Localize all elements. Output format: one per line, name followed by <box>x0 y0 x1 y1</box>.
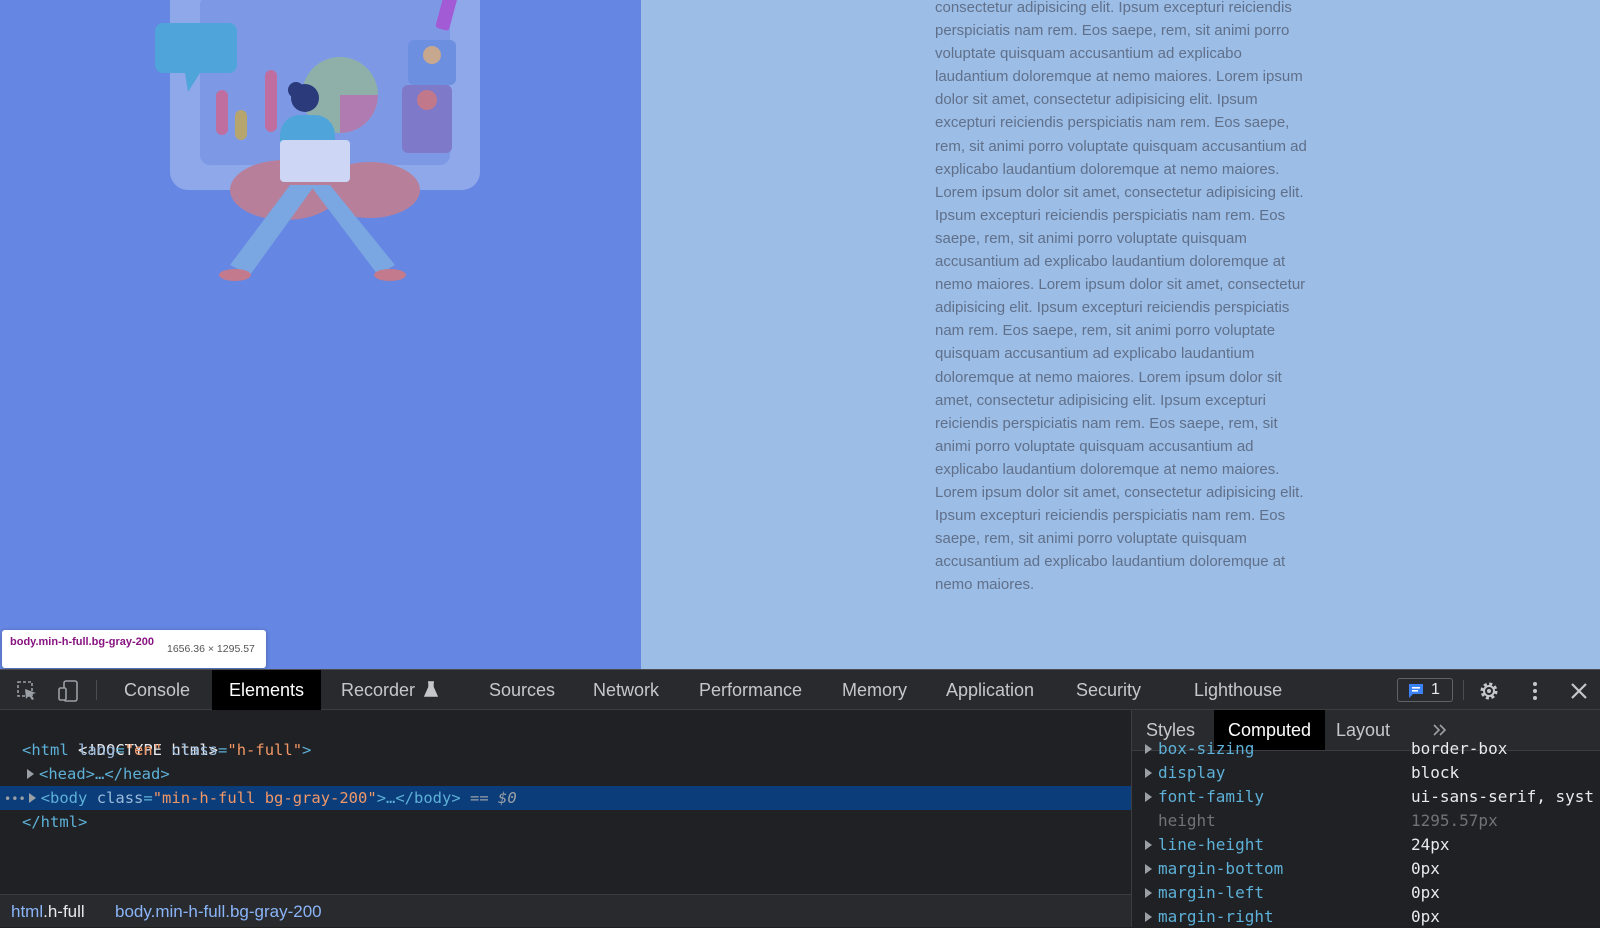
computed-prop-row[interactable]: display block <box>1132 761 1600 785</box>
more-options-icon[interactable] <box>1524 680 1546 702</box>
computed-prop-row[interactable]: height 1295.57px <box>1132 809 1600 833</box>
hero-illustration <box>155 0 480 281</box>
prop-name: height <box>1158 811 1216 830</box>
breadcrumb-html-tag: html <box>11 902 44 921</box>
tab-console[interactable]: Console <box>107 670 207 710</box>
html-tag-bracket: > <box>302 741 312 759</box>
tab-memory[interactable]: Memory <box>825 670 924 710</box>
breadcrumb: html.h-full body.min-h-full.bg-gray-200 <box>0 894 1131 927</box>
computed-prop-row[interactable]: line-height 24px <box>1132 833 1600 857</box>
tab-performance[interactable]: Performance <box>682 670 819 710</box>
computed-prop-row[interactable]: box-sizing border-box <box>1132 737 1600 761</box>
prop-name: margin-bottom <box>1158 859 1284 878</box>
hero-image-pane: body.min-h-full.bg-gray-200 1656.36 × 12… <box>0 0 641 669</box>
devtools-panel: Console Elements Recorder Sources Networ… <box>0 669 1600 927</box>
html-tag-open: <html <box>22 741 69 759</box>
dom-node-body[interactable]: ••• <body class="min-h-full bg-gray-200">… <box>0 786 1131 810</box>
tab-recorder-label: Recorder <box>341 680 416 700</box>
expand-arrow-icon[interactable] <box>28 792 36 803</box>
prop-value: 0px <box>1411 883 1440 902</box>
prop-value: 24px <box>1411 835 1450 854</box>
breadcrumb-body[interactable]: body.min-h-full.bg-gray-200 <box>115 895 322 928</box>
tab-network[interactable]: Network <box>576 670 676 710</box>
html-lang-attr: lang <box>78 741 116 759</box>
toolbar-divider <box>1463 680 1464 700</box>
tab-application[interactable]: Application <box>929 670 1051 710</box>
body-tag-rest: >…</body> <box>376 789 461 807</box>
dom-node-html-close[interactable]: </html> <box>0 810 1131 834</box>
html-tag-close: </html> <box>22 813 88 831</box>
message-icon <box>1409 684 1423 698</box>
page-viewport: body.min-h-full.bg-gray-200 1656.36 × 12… <box>0 0 1600 669</box>
breadcrumb-body-class: .min-h-full.bg-gray-200 <box>150 902 322 921</box>
computed-prop-row[interactable]: font-family ui-sans-serif, syst <box>1132 785 1600 809</box>
body-class-attr: class <box>96 789 144 807</box>
dom-node-dots[interactable]: ••• <box>4 792 26 806</box>
prop-name: box-sizing <box>1158 739 1255 758</box>
flask-icon <box>423 681 439 697</box>
expand-arrow-icon[interactable] <box>27 768 34 779</box>
inspect-element-icon[interactable] <box>16 680 38 702</box>
issues-count: 1 <box>1431 681 1440 698</box>
prop-name: margin-left <box>1158 883 1264 902</box>
body-class-value: "min-h-full bg-gray-200" <box>152 789 377 807</box>
tab-security[interactable]: Security <box>1059 670 1158 710</box>
prop-value: 0px <box>1411 907 1440 926</box>
prop-value: 1295.57px <box>1411 811 1498 830</box>
html-class-attr: class <box>171 741 219 759</box>
tooltip-selector: body.min-h-full.bg-gray-200 <box>10 636 155 648</box>
body-tag-open: <body <box>40 789 88 807</box>
tab-elements[interactable]: Elements <box>212 670 322 710</box>
selected-node-marker: == $0 <box>470 789 517 807</box>
prop-value: 0px <box>1411 859 1440 878</box>
computed-prop-row[interactable]: margin-right 0px <box>1132 905 1600 927</box>
more-tabs-chevron-icon[interactable] <box>1432 723 1448 737</box>
element-inspect-tooltip: body.min-h-full.bg-gray-200 1656.36 × 12… <box>2 630 266 668</box>
html-class-value: "h-full" <box>227 741 303 759</box>
issues-button[interactable]: 1 <box>1397 678 1453 702</box>
computed-prop-row[interactable]: margin-bottom 0px <box>1132 857 1600 881</box>
prop-name: line-height <box>1158 835 1264 854</box>
breadcrumb-html[interactable]: html.h-full <box>11 895 85 928</box>
breadcrumb-body-tag: body <box>115 902 151 921</box>
tab-lighthouse[interactable]: Lighthouse <box>1177 670 1299 710</box>
prop-value: border-box <box>1411 739 1508 758</box>
styles-sidebar: Styles Computed Layout box-sizing border-… <box>1131 710 1600 927</box>
close-icon[interactable] <box>1568 680 1590 702</box>
prop-value: block <box>1411 763 1460 782</box>
toolbar-divider <box>96 680 97 700</box>
tooltip-dimensions: 1656.36 × 1295.57 <box>167 643 255 655</box>
lorem-paragraph: consectetur adipisicing elit. Ipsum exce… <box>935 0 1307 594</box>
breadcrumb-html-class: .h-full <box>43 902 85 921</box>
computed-prop-row[interactable]: margin-left 0px <box>1132 881 1600 905</box>
html-lang-value: "en" <box>124 741 163 759</box>
tab-sources[interactable]: Sources <box>472 670 572 710</box>
devtools-tabbar: Console Elements Recorder Sources Networ… <box>0 669 1600 710</box>
dom-node-doctype[interactable]: <!DOCTYPE html> <box>0 714 1131 759</box>
dom-node-head[interactable]: <head>…</head> <box>0 762 1131 786</box>
dom-node-html[interactable]: <html lang="en" class="h-full"> <box>0 738 1131 762</box>
tab-recorder[interactable]: Recorder <box>324 670 455 710</box>
prop-name: font-family <box>1158 787 1264 806</box>
settings-gear-icon[interactable] <box>1478 680 1500 702</box>
prop-name: display <box>1158 763 1226 782</box>
head-tag: <head>…</head> <box>39 765 170 783</box>
prop-value: ui-sans-serif, syst <box>1411 787 1595 806</box>
dom-tree: <!DOCTYPE html> <html lang="en" class="h… <box>0 710 1131 894</box>
device-toolbar-icon[interactable] <box>57 680 79 702</box>
prop-name: margin-right <box>1158 907 1274 926</box>
